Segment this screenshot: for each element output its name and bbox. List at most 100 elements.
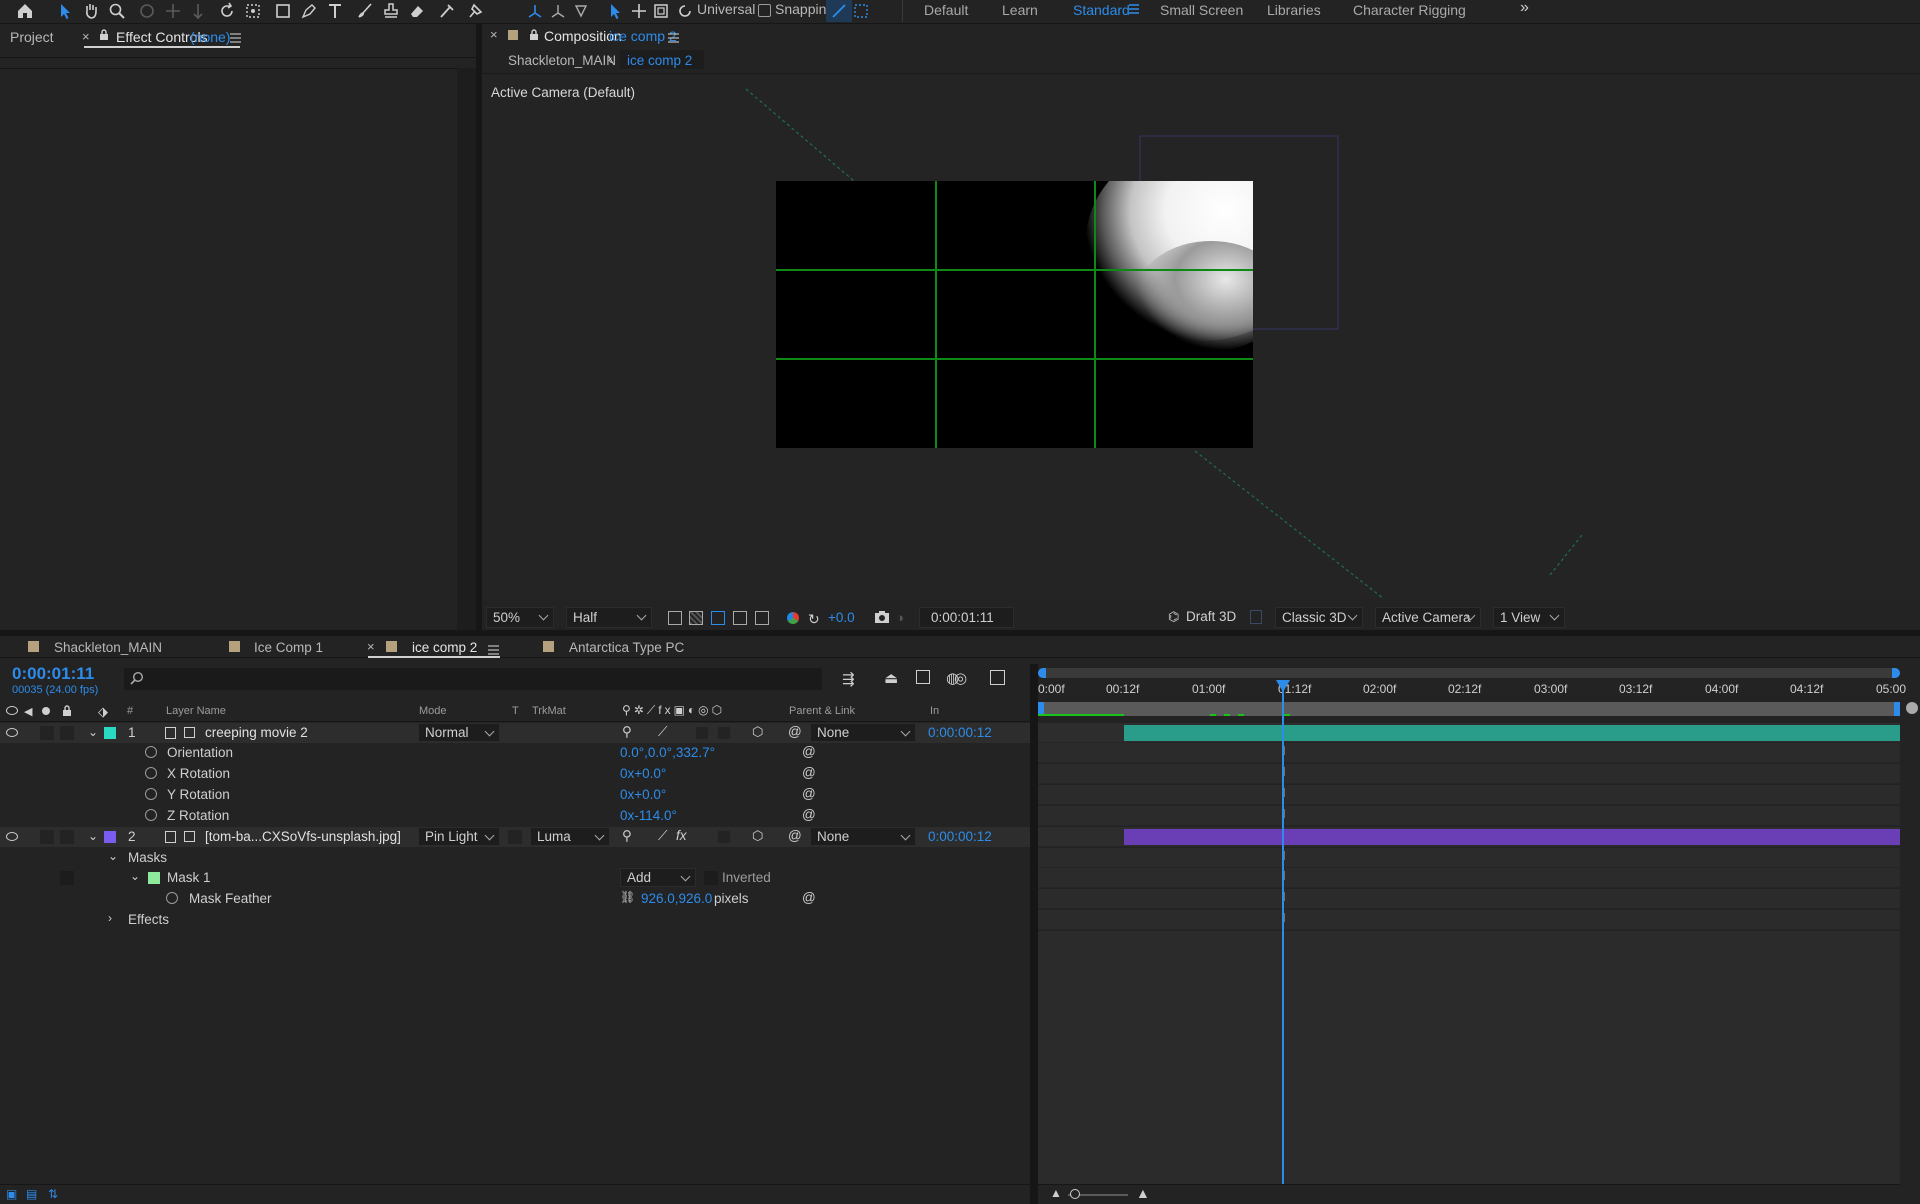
reset-exposure-icon[interactable]: ↻ xyxy=(808,611,820,628)
layer-in-point[interactable]: 0:00:00:12 xyxy=(928,725,992,740)
in-out-toggle-icon[interactable]: ⇅ xyxy=(48,1187,58,1201)
3d-layer-icon[interactable]: ⬡ xyxy=(752,724,763,740)
timeline-track[interactable]: I xyxy=(1038,785,1900,805)
mask-visibility-icon[interactable] xyxy=(711,611,725,625)
snap-features-icon[interactable] xyxy=(848,0,874,22)
composition-frame[interactable] xyxy=(776,181,1253,448)
extended-viewer-icon[interactable] xyxy=(1250,610,1262,624)
type-tool-icon[interactable] xyxy=(322,0,348,22)
solo-switch[interactable] xyxy=(40,726,54,740)
timeline-track[interactable]: I xyxy=(1038,848,1900,868)
zoom-slider-thumb[interactable] xyxy=(1070,1189,1080,1199)
selection-tool-icon[interactable] xyxy=(52,0,78,22)
effects-switch[interactable] xyxy=(696,727,708,739)
layer-label-color[interactable] xyxy=(104,831,116,843)
view-layout-dropdown[interactable]: 1 View xyxy=(1493,607,1565,628)
timeline-track[interactable]: I xyxy=(1038,806,1900,826)
draft-3d-toggle[interactable]: ⌬ Draft 3D xyxy=(1168,607,1258,628)
layer-switches-toggle-icon[interactable]: ▣ xyxy=(6,1187,17,1201)
rotate-gizmo-icon[interactable] xyxy=(672,0,698,22)
parent-dropdown[interactable]: None xyxy=(810,723,916,742)
work-area-end-handle[interactable] xyxy=(1894,702,1900,716)
track-matte-dropdown[interactable]: Luma xyxy=(530,827,610,846)
stopwatch-icon[interactable] xyxy=(145,809,157,824)
effects-fx-icon[interactable]: fx xyxy=(676,828,687,843)
mask-color-swatch[interactable] xyxy=(148,872,160,884)
preserve-transparency-switch[interactable] xyxy=(508,830,522,844)
current-time-indicator[interactable] xyxy=(1282,680,1284,1184)
expand-chevron-icon[interactable]: › xyxy=(108,911,112,925)
shy-switch-icon[interactable]: ⚲ xyxy=(622,724,632,740)
region-of-interest-icon[interactable] xyxy=(733,611,747,625)
tab-ice-comp-2[interactable]: ice comp 2 xyxy=(412,640,477,655)
timeline-track[interactable]: I xyxy=(1038,743,1900,763)
timeline-track-1[interactable] xyxy=(1038,723,1900,743)
fast-previews-icon[interactable] xyxy=(668,611,682,625)
property-value[interactable]: 0x+0.0° xyxy=(620,766,666,781)
layer-row-2[interactable]: ⌄ 2 [tom-ba...CXSoVfs-unsplash.jpg] Pin … xyxy=(0,827,1030,847)
layer-duration-bar[interactable] xyxy=(1124,829,1900,845)
property-row-x-rotation[interactable]: X Rotation 0x+0.0° @ xyxy=(0,764,1030,784)
zoom-tool-icon[interactable] xyxy=(104,0,130,22)
workspace-character-rigging[interactable]: Character Rigging xyxy=(1353,2,1466,18)
timeline-track[interactable]: I xyxy=(1038,889,1900,909)
view-axis-mode-icon[interactable] xyxy=(568,0,594,22)
lock-switch[interactable] xyxy=(60,726,74,740)
brush-tool-icon[interactable] xyxy=(352,0,378,22)
timeline-track[interactable]: I xyxy=(1038,764,1900,784)
clone-stamp-tool-icon[interactable] xyxy=(378,0,404,22)
workspace-default[interactable]: Default xyxy=(924,2,968,18)
expression-pick-whip-icon[interactable]: @ xyxy=(802,786,816,801)
layer-label-color[interactable] xyxy=(104,727,116,739)
breadcrumb-parent[interactable]: Shackleton_MAIN xyxy=(508,53,616,68)
scale-gizmo-icon[interactable] xyxy=(648,0,674,22)
puppet-pin-tool-icon[interactable] xyxy=(462,0,488,22)
layer-name[interactable]: creeping movie 2 xyxy=(205,725,308,740)
renderer-dropdown[interactable]: Classic 3D xyxy=(1275,607,1363,628)
mask-feather-row[interactable]: Mask Feather ⛓ 926.0,926.0 pixels @ xyxy=(0,889,1030,909)
mask-1-row[interactable]: ⌄ Mask 1 Add Inverted xyxy=(0,868,1030,888)
panel-menu-icon[interactable] xyxy=(230,31,241,46)
eye-icon[interactable] xyxy=(6,706,18,715)
transfer-controls-toggle-icon[interactable]: ▤ xyxy=(26,1187,37,1201)
rotation-tool-icon[interactable] xyxy=(214,0,240,22)
hide-shy-layers-icon[interactable] xyxy=(916,670,930,684)
collapse-chevron-icon[interactable]: ⌄ xyxy=(88,725,98,739)
universal-mode-label[interactable]: Universal xyxy=(697,1,755,17)
resolution-dropdown[interactable]: Half xyxy=(566,607,652,628)
mask-feather-value[interactable]: 926.0,926.0 xyxy=(641,891,712,906)
time-navigator-bar[interactable] xyxy=(1038,668,1900,678)
tab-ice-comp-1[interactable]: Ice Comp 1 xyxy=(254,640,323,655)
mask-mode-dropdown[interactable]: Add xyxy=(620,868,696,887)
comp-mini-flowchart-icon[interactable]: ⇶ xyxy=(842,670,855,688)
motion-blur-switch[interactable] xyxy=(718,831,730,843)
anchor-point-tool-icon[interactable] xyxy=(240,0,266,22)
layer-search-input[interactable] xyxy=(124,668,822,690)
timeline-splitter[interactable] xyxy=(1030,664,1038,1204)
time-ruler[interactable]: 0:00f 00:12f 01:00f 01:12f 02:00f 02:12f… xyxy=(1038,678,1906,700)
home-icon[interactable] xyxy=(12,0,38,22)
motion-blur-icon[interactable]: ◎ xyxy=(954,669,967,687)
workspace-small-screen[interactable]: Small Screen xyxy=(1160,2,1243,18)
masks-group-row[interactable]: ⌄ Masks xyxy=(0,848,1030,868)
timeline-track[interactable]: I xyxy=(1038,910,1900,930)
orbit-camera-icon[interactable] xyxy=(134,0,160,22)
exposure-value[interactable]: +0.0 xyxy=(828,610,855,625)
close-tab-icon[interactable]: × xyxy=(490,27,498,42)
work-area-bar[interactable] xyxy=(1038,702,1900,716)
workspace-menu-icon[interactable] xyxy=(1128,3,1140,18)
stopwatch-icon[interactable] xyxy=(166,892,178,907)
blend-mode-dropdown[interactable]: Normal xyxy=(418,723,500,742)
property-value[interactable]: 0.0°,0.0°,332.7° xyxy=(620,745,715,760)
color-channels-icon[interactable] xyxy=(787,612,799,624)
pick-whip-icon[interactable]: @ xyxy=(788,828,802,843)
mask-1-label[interactable]: Mask 1 xyxy=(167,870,211,885)
eraser-tool-icon[interactable] xyxy=(404,0,430,22)
collapse-chevron-icon[interactable]: ⌄ xyxy=(108,849,118,863)
stopwatch-icon[interactable] xyxy=(145,746,157,761)
lock-icon[interactable] xyxy=(99,29,109,44)
shy-switch-icon[interactable]: ⚲ xyxy=(622,828,632,844)
3d-layer-icon[interactable]: ⬡ xyxy=(752,828,763,844)
column-layer-name[interactable]: Layer Name xyxy=(166,705,226,717)
lock-switch[interactable] xyxy=(60,830,74,844)
